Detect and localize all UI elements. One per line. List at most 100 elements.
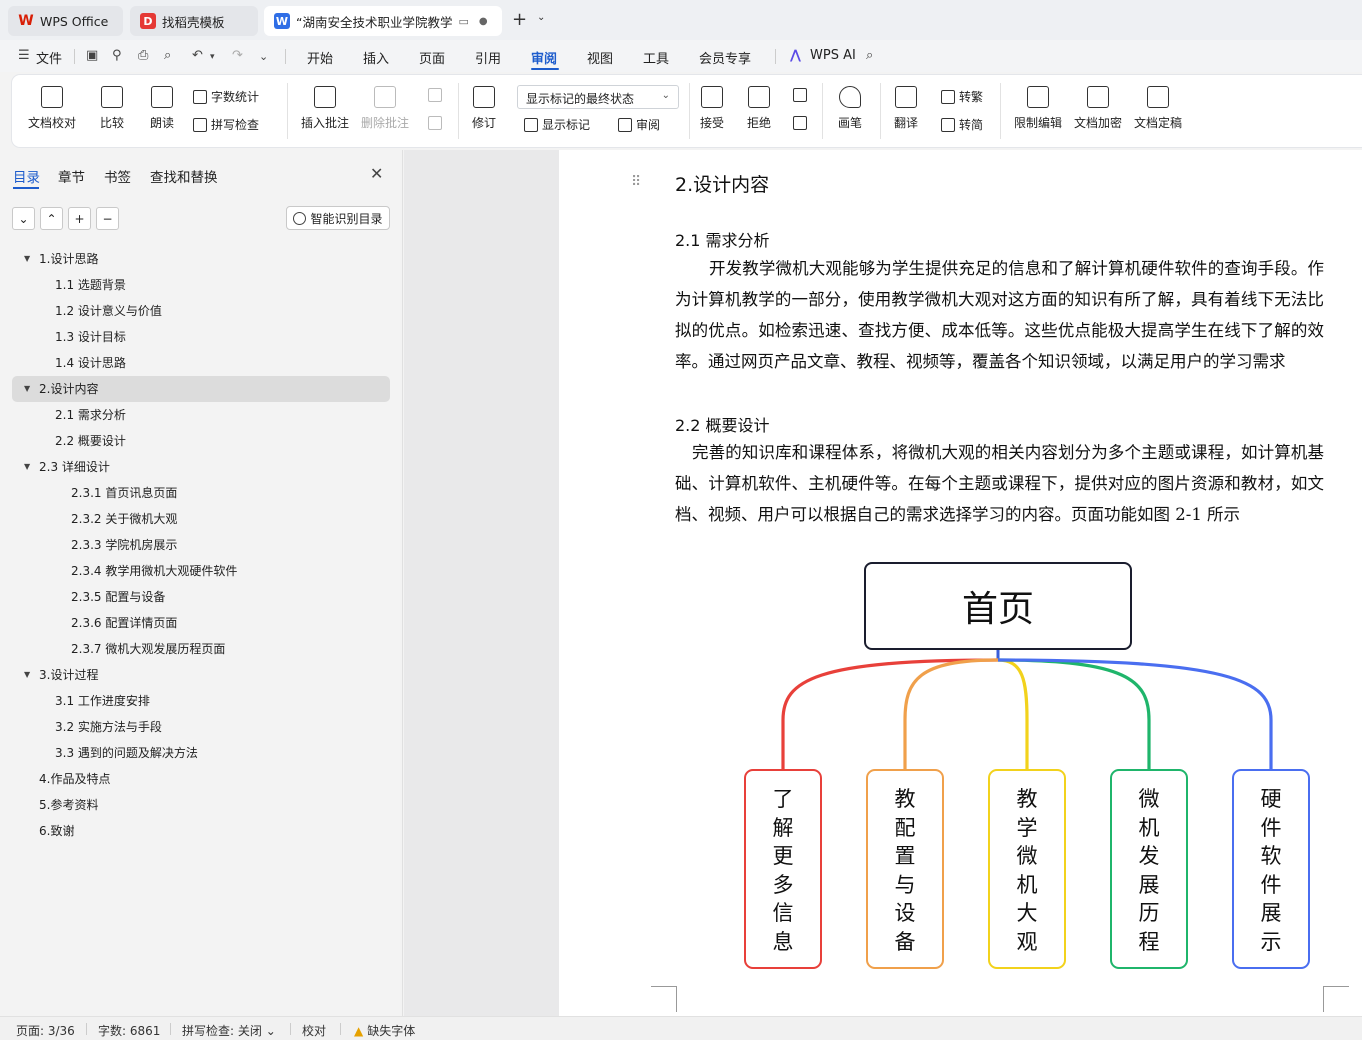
toc-item[interactable]: 5.参考资料 — [12, 792, 390, 818]
save-icon[interactable]: ▣ — [86, 48, 98, 63]
undo-dropdown-icon[interactable]: ▾ — [210, 52, 215, 62]
hamburger-menu-icon[interactable]: ☰ — [18, 48, 30, 63]
toc-item[interactable]: 2.1 需求分析 — [12, 402, 390, 428]
print-icon[interactable]: ⎙ — [138, 48, 148, 63]
add-heading-button[interactable]: + — [68, 207, 91, 230]
toc-item[interactable]: 1.3 设计目标 — [12, 324, 390, 350]
toc-item[interactable]: 1.2 设计意义与价值 — [12, 298, 390, 324]
expand-arrow-icon[interactable]: ▼ — [24, 376, 30, 402]
toc-item[interactable]: 1.1 选题背景 — [12, 272, 390, 298]
read-aloud-button[interactable]: 朗读 — [150, 86, 174, 131]
menu-reference[interactable]: 引用 — [475, 48, 501, 67]
close-icon[interactable]: ✕ — [370, 164, 383, 183]
toc-item[interactable]: 3.3 遇到的问题及解决方法 — [12, 740, 390, 766]
nav-tab-toc[interactable]: 目录 — [13, 166, 40, 186]
search-icon[interactable]: ⌕ — [866, 48, 873, 63]
translate-button[interactable]: 翻译 — [894, 86, 918, 131]
reject-button[interactable]: 拒绝 — [747, 86, 771, 131]
nav-tab-bookmarks[interactable]: 书签 — [104, 166, 131, 186]
menu-start[interactable]: 开始 — [307, 48, 333, 67]
menu-file[interactable]: 文件 — [36, 48, 62, 67]
nav-tab-find-replace[interactable]: 查找和替换 — [150, 166, 218, 186]
toc-item[interactable]: 2.3.1 首页讯息页面 — [12, 480, 390, 506]
toc-item[interactable]: 2.2 概要设计 — [12, 428, 390, 454]
toc-item[interactable]: 2.3.3 学院机房展示 — [12, 532, 390, 558]
toc-item[interactable]: 1.4 设计思路 — [12, 350, 390, 376]
word-count-indicator[interactable]: 字数: 6861 — [98, 1022, 160, 1039]
page-indicator[interactable]: 页面: 3/36 — [16, 1022, 75, 1039]
tab-wps-office[interactable]: W WPS Office — [8, 6, 123, 36]
unsaved-dot-icon[interactable]: ● — [479, 16, 488, 27]
more-chevron-icon[interactable]: ⌄ — [259, 50, 268, 63]
revise-button[interactable]: 修订 — [472, 86, 496, 131]
display-mode-select[interactable]: 显示标记的最终状态 ⌄ — [517, 85, 679, 109]
toc-item[interactable]: 2.3.7 微机大观发展历程页面 — [12, 636, 390, 662]
show-markup-button[interactable]: 显示标记 — [524, 116, 590, 133]
toc-item[interactable]: 2.3.5 配置与设备 — [12, 584, 390, 610]
to-traditional-button[interactable]: 转繁 — [941, 88, 983, 105]
section-heading[interactable]: 2.设计内容 — [675, 170, 769, 197]
expand-arrow-icon[interactable]: ▼ — [24, 454, 30, 480]
accept-button[interactable]: 接受 — [700, 86, 724, 131]
undo-icon[interactable]: ↶ — [192, 48, 203, 63]
print-preview-icon[interactable]: ⌕ — [164, 48, 171, 63]
word-count-button[interactable]: 字数统计 — [193, 88, 259, 105]
nav-tab-chapters[interactable]: 章节 — [58, 166, 85, 186]
remove-heading-button[interactable]: − — [96, 207, 119, 230]
menu-wps-ai[interactable]: WPS AI — [810, 48, 856, 63]
toc-item[interactable]: ▼ 1.设计思路 — [12, 246, 390, 272]
tab-current-document[interactable]: W “湖南安全技术职业学院教学 ▭ ● — [264, 6, 502, 36]
menu-member[interactable]: 会员专享 — [699, 48, 751, 67]
prev-comment-button[interactable] — [428, 88, 446, 102]
subsection-heading-2-2[interactable]: 2.2 概要设计 — [675, 412, 770, 436]
monitor-icon[interactable]: ▭ — [458, 15, 468, 28]
pen-button[interactable]: 画笔 — [838, 86, 862, 131]
delete-comment-button[interactable]: 删除批注 — [361, 86, 409, 131]
insert-comment-button[interactable]: 插入批注 — [301, 86, 349, 131]
toc-item[interactable]: 4.作品及特点 — [12, 766, 390, 792]
paragraph-2-2[interactable]: 完善的知识库和课程体系，将微机大观的相关内容划分为多个主题或课程，如计算机基础、… — [675, 437, 1324, 530]
chevron-down-icon[interactable]: ⌄ — [537, 12, 545, 23]
compare-button[interactable]: 比较 — [100, 86, 124, 131]
missing-font-button[interactable]: ▲ 缺失字体 — [354, 1022, 415, 1039]
toc-item[interactable]: 2.3.2 关于微机大观 — [12, 506, 390, 532]
toc-item[interactable]: 2.3.4 教学用微机大观硬件软件 — [12, 558, 390, 584]
spell-check-button[interactable]: 拼写检查 — [193, 116, 259, 133]
spell-check-status[interactable]: 拼写检查: 关闭 ⌄ — [182, 1022, 276, 1039]
menu-insert[interactable]: 插入 — [363, 48, 389, 67]
drag-handle-icon[interactable]: ⠿ — [631, 174, 641, 190]
toc-item[interactable]: ▼ 3.设计过程 — [12, 662, 390, 688]
toc-item[interactable]: 3.2 实施方法与手段 — [12, 714, 390, 740]
function-diagram[interactable]: 首页 了解更多信息 教配置与设备 教学微机大观 微机发展历程 硬件软件展示 — [684, 555, 1324, 975]
level-up-button[interactable]: ⌃ — [40, 207, 63, 230]
expand-arrow-icon[interactable]: ▼ — [24, 662, 30, 688]
subsection-heading-2-1[interactable]: 2.1 需求分析 — [675, 227, 770, 251]
next-change-button[interactable] — [793, 116, 811, 130]
toc-item[interactable]: ▼ 2.设计内容 — [12, 376, 390, 402]
doc-check-button[interactable]: 文档校对 — [28, 86, 76, 131]
document-page[interactable]: 2.设计内容 2.1 需求分析 开发教学微机大观能够为学生提供充足的信息和了解计… — [559, 150, 1362, 1016]
prev-change-button[interactable] — [793, 88, 811, 102]
toc-item[interactable]: 6.致谢 — [12, 818, 390, 844]
redo-icon[interactable]: ↷ — [232, 48, 243, 63]
toc-item[interactable]: ▼ 2.3 详细设计 — [12, 454, 390, 480]
toc-item[interactable]: 3.1 工作进度安排 — [12, 688, 390, 714]
menu-review[interactable]: 审阅 — [531, 48, 557, 67]
tab-docer-templates[interactable]: D 找稻壳模板 — [130, 6, 258, 36]
paragraph-2-1[interactable]: 开发教学微机大观能够为学生提供充足的信息和了解计算机硬件软件的查询手段。作为计算… — [675, 253, 1324, 377]
new-tab-plus-icon[interactable]: + — [512, 9, 527, 30]
next-comment-button[interactable] — [428, 116, 446, 130]
proof-button[interactable]: 校对 — [302, 1022, 326, 1039]
share-icon[interactable]: ⚲ — [112, 48, 122, 63]
encrypt-button[interactable]: 文档加密 — [1074, 86, 1122, 131]
menu-tools[interactable]: 工具 — [643, 48, 669, 67]
menu-page[interactable]: 页面 — [419, 48, 445, 67]
restrict-edit-button[interactable]: 限制编辑 — [1014, 86, 1062, 131]
expand-arrow-icon[interactable]: ▼ — [24, 246, 30, 272]
toc-item[interactable]: 2.3.6 配置详情页面 — [12, 610, 390, 636]
review-pane-button[interactable]: 审阅 — [618, 116, 660, 133]
to-simplified-button[interactable]: 转简 — [941, 116, 983, 133]
collapse-down-button[interactable]: ⌄ — [12, 207, 35, 230]
menu-view[interactable]: 视图 — [587, 48, 613, 67]
finalize-button[interactable]: 文档定稿 — [1134, 86, 1182, 131]
